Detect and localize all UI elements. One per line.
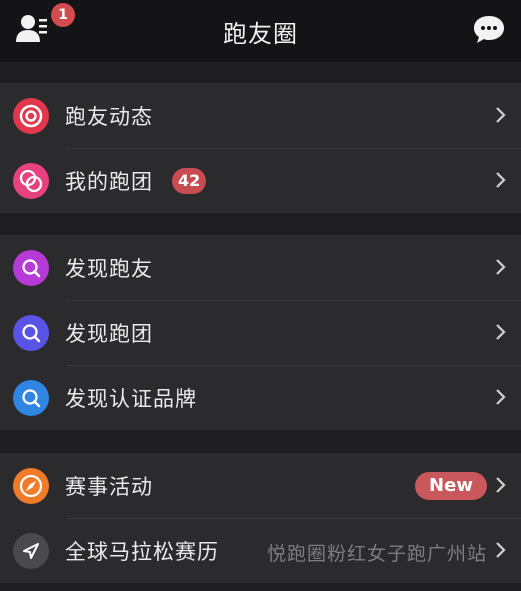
target-icon: [13, 98, 49, 134]
row-discover-teams[interactable]: 发现跑团: [0, 300, 521, 365]
row-label: 赛事活动: [65, 475, 153, 499]
rings-icon: [13, 163, 49, 199]
row-label: 跑友动态: [65, 105, 153, 129]
messages-button[interactable]: [471, 12, 507, 46]
section-events: 赛事活动 New 全球马拉松赛历 悦跑圈粉红女子跑广州站: [0, 453, 521, 583]
row-label: 全球马拉松赛历: [65, 540, 219, 564]
chevron-right-icon: [496, 477, 506, 493]
row-discover-friends[interactable]: 发现跑友: [0, 235, 521, 300]
chevron-right-icon: [496, 259, 506, 275]
row-marathon-calendar[interactable]: 全球马拉松赛历 悦跑圈粉红女子跑广州站: [0, 518, 521, 583]
paper-plane-icon: [13, 533, 49, 569]
count-badge: 42: [172, 168, 207, 194]
divider: [66, 148, 521, 149]
top-bar: 1 跑友圈: [0, 0, 521, 62]
row-friend-feed[interactable]: 跑友动态: [0, 83, 521, 148]
row-label: 我的跑团: [65, 170, 153, 194]
chat-bubble-icon: [474, 16, 504, 43]
section-my-circle: 跑友动态 我的跑团 42: [0, 83, 521, 213]
chevron-right-icon: [496, 324, 506, 340]
compass-icon: [13, 468, 49, 504]
search-icon: [13, 315, 49, 351]
row-label: 发现跑团: [65, 322, 153, 346]
section-discover: 发现跑友 发现跑团 发现认证品牌: [0, 235, 521, 430]
new-badge: New: [415, 472, 487, 500]
row-my-teams[interactable]: 我的跑团 42: [0, 148, 521, 213]
chevron-right-icon: [496, 389, 506, 405]
divider: [66, 365, 521, 366]
divider: [66, 300, 521, 301]
row-label: 发现认证品牌: [65, 387, 197, 411]
chevron-right-icon: [496, 172, 506, 188]
divider: [66, 518, 521, 519]
search-icon: [13, 250, 49, 286]
row-detail: 悦跑圈粉红女子跑广州站: [266, 543, 487, 565]
chevron-right-icon: [496, 107, 506, 123]
row-label: 发现跑友: [65, 257, 153, 281]
row-events[interactable]: 赛事活动 New: [0, 453, 521, 518]
row-discover-brands[interactable]: 发现认证品牌: [0, 365, 521, 430]
chevron-right-icon: [496, 542, 506, 558]
search-icon: [13, 380, 49, 416]
page-title: 跑友圈: [223, 20, 298, 48]
